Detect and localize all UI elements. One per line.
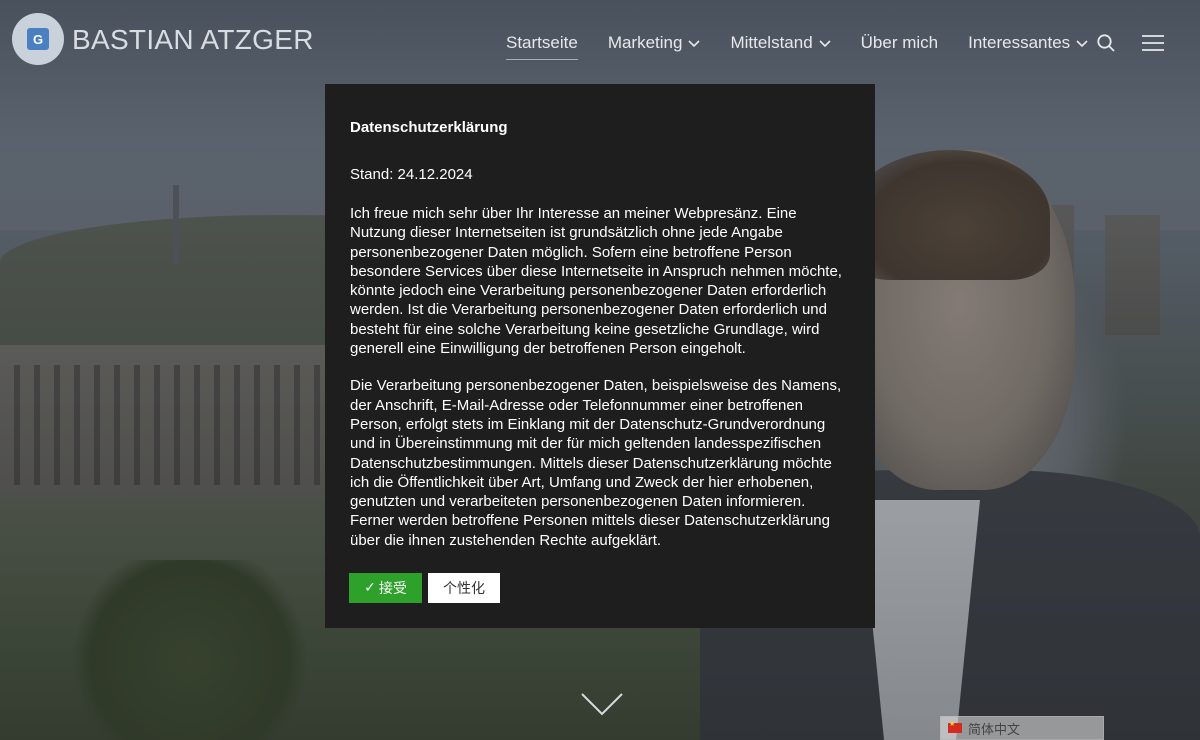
- chevron-down-icon: [819, 40, 831, 48]
- search-icon[interactable]: [1097, 34, 1115, 52]
- nav-label: Mittelstand: [730, 33, 813, 52]
- main-nav: Startseite Marketing Mittelstand Über mi…: [506, 33, 1088, 60]
- customize-button[interactable]: 个性化: [428, 573, 500, 603]
- nav-label: Startseite: [506, 33, 578, 52]
- chevron-down-icon: [688, 40, 701, 48]
- language-switcher[interactable]: 简体中文: [940, 716, 1104, 740]
- nav-label: Interessantes: [968, 33, 1071, 52]
- privacy-dialog: Datenschutzerklärung Stand: 24.12.2024 I…: [325, 84, 875, 628]
- nav-label: Über mich: [860, 33, 939, 52]
- nav-item-interessantes[interactable]: Interessantes: [968, 33, 1088, 53]
- nav-item-mittelstand[interactable]: Mittelstand: [730, 33, 831, 53]
- nav-item-ueber-mich[interactable]: Über mich: [861, 33, 938, 53]
- chevron-down-icon[interactable]: [580, 690, 624, 718]
- site-header: G BASTIAN ATZGER Startseite Marketing Mi…: [0, 0, 1200, 86]
- check-icon: ✓: [364, 580, 376, 596]
- nav-item-marketing[interactable]: Marketing: [608, 33, 701, 53]
- hamburger-menu-icon[interactable]: [1142, 34, 1164, 52]
- nav-label: Marketing: [607, 33, 683, 52]
- site-logo[interactable]: G: [12, 13, 64, 65]
- accept-button[interactable]: ✓ 接受: [349, 573, 422, 603]
- dialog-paragraph: Ich freue mich sehr über Ihr Interesse a…: [350, 205, 842, 358]
- accept-label: 接受: [378, 581, 407, 597]
- dialog-buttons: ✓ 接受 个性化: [349, 573, 500, 603]
- dialog-paragraph: Die Verarbeitung personenbezogener Daten…: [350, 377, 842, 549]
- china-flag-icon: [948, 720, 962, 733]
- dialog-title: Datenschutzerklärung: [350, 119, 508, 136]
- language-label: 简体中文: [968, 722, 1021, 738]
- page: G BASTIAN ATZGER Startseite Marketing Mi…: [0, 0, 1200, 740]
- nav-item-startseite[interactable]: Startseite: [506, 33, 578, 60]
- translate-logo-icon: G: [27, 28, 49, 50]
- dialog-date: Stand: 24.12.2024: [350, 166, 473, 183]
- chevron-down-icon: [1076, 40, 1088, 48]
- site-title[interactable]: BASTIAN ATZGER: [72, 24, 314, 56]
